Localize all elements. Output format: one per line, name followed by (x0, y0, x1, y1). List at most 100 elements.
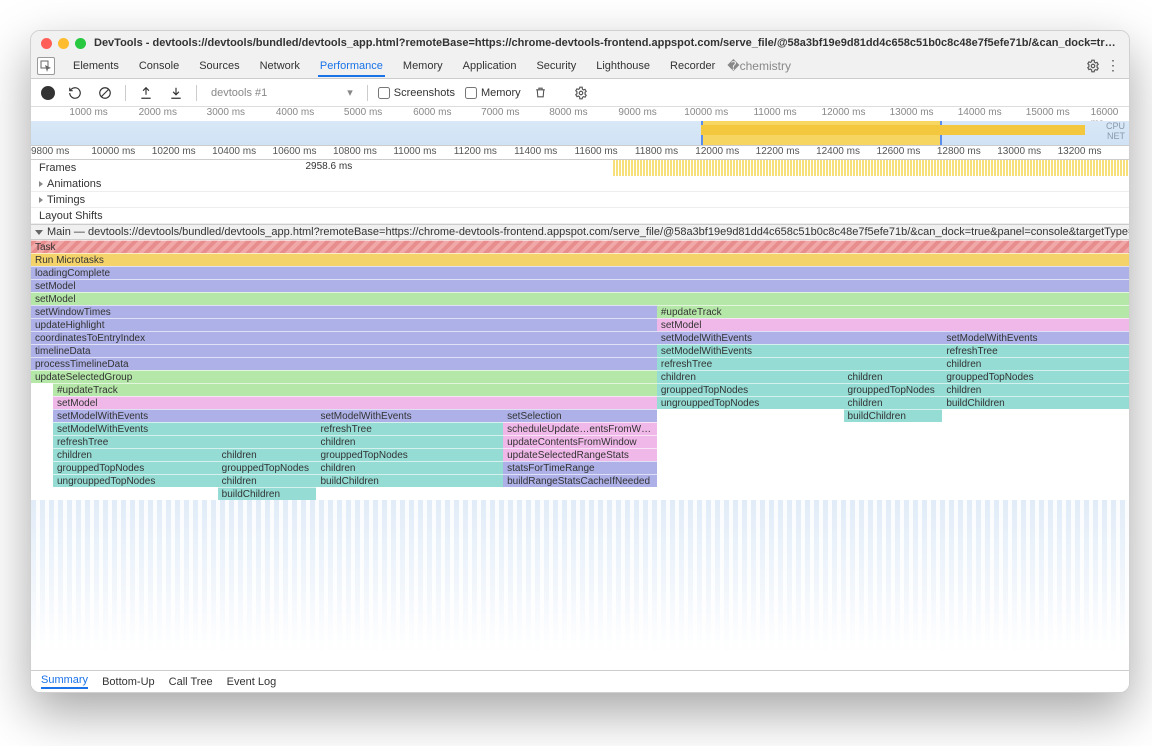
main-thread-header[interactable]: Main — devtools://devtools/bundled/devto… (31, 224, 1129, 240)
flame-setmodelwithevents-r3[interactable]: setModelWithEvents (657, 344, 942, 357)
flame-setmodelwithevents-r1[interactable]: setModelWithEvents (657, 331, 942, 344)
flame-children-r3[interactable]: children (844, 370, 943, 383)
flame-grouppedtop-r[interactable]: grouppedTopNodes (942, 370, 1129, 383)
flame-deep-stacks (31, 500, 1129, 670)
flame-children-2[interactable]: children (53, 448, 218, 461)
tab-recorder[interactable]: Recorder (660, 56, 725, 76)
capture-settings-gear-icon[interactable] (571, 83, 591, 103)
performance-toolbar: devtools #1 ▾ Screenshots Memory (31, 79, 1129, 107)
flame-children-r4[interactable]: children (942, 383, 1129, 396)
tab-network[interactable]: Network (250, 56, 310, 76)
flame-smwe-2[interactable]: setModelWithEvents (316, 409, 503, 422)
flame-set-window-times[interactable]: setWindowTimes (31, 305, 657, 318)
flame-children-5[interactable]: children (218, 474, 317, 487)
details-tab-bottom-up[interactable]: Bottom-Up (102, 676, 155, 688)
tab-lighthouse[interactable]: Lighthouse (586, 56, 660, 76)
flame-update-selected-group[interactable]: updateSelectedGroup (31, 370, 657, 383)
details-tab-call-tree[interactable]: Call Tree (169, 676, 213, 688)
flame-set-model-1[interactable]: setModel (31, 279, 1129, 292)
flame-children-r[interactable]: children (942, 357, 1129, 370)
flame-set-selection[interactable]: setSelection (503, 409, 657, 422)
chevron-down-icon: ▾ (347, 86, 353, 99)
flame-set-model-3[interactable]: setModel (53, 396, 657, 409)
details-tabs: Summary Bottom-Up Call Tree Event Log (31, 670, 1129, 692)
flame-timeline-data[interactable]: timelineData (31, 344, 657, 357)
settings-gear-icon[interactable] (1083, 56, 1103, 76)
memory-checkbox[interactable]: Memory (465, 87, 521, 99)
frames-bars (613, 160, 1129, 176)
flame-children-4[interactable]: children (316, 461, 503, 474)
flame-chart[interactable]: Task Run Microtasks loadingComplete setM… (31, 240, 1129, 670)
overview-body[interactable]: CPU NET (31, 121, 1129, 145)
tab-security[interactable]: Security (526, 56, 586, 76)
close-window-button[interactable] (41, 38, 52, 49)
overview-panel[interactable]: 1000 ms 2000 ms 3000 ms 4000 ms 5000 ms … (31, 107, 1129, 146)
flame-loading-complete[interactable]: loadingComplete (31, 266, 1129, 279)
flame-buildchildren-r2[interactable]: buildChildren (844, 409, 943, 422)
flame-refreshtree-1[interactable]: refreshTree (316, 422, 503, 435)
record-button[interactable] (41, 86, 55, 100)
flame-smwe-3[interactable]: setModelWithEvents (53, 422, 317, 435)
traffic-lights[interactable] (41, 38, 86, 49)
layout-shifts-track-header[interactable]: Layout Shifts (31, 208, 1129, 224)
flame-ungrouppedtop-r[interactable]: ungrouppedTopNodes (657, 396, 844, 409)
reload-record-button[interactable] (65, 83, 85, 103)
profile-selector[interactable]: devtools #1 ▾ (207, 84, 357, 101)
clear-button[interactable] (95, 83, 115, 103)
tab-elements[interactable]: Elements (63, 56, 129, 76)
flame-process-timeline-data[interactable]: processTimelineData (31, 357, 657, 370)
inspect-element-icon[interactable] (37, 57, 55, 75)
flame-buildchildren-1[interactable]: buildChildren (316, 474, 503, 487)
flame-build-range-stats[interactable]: buildRangeStatsCacheIfNeeded (503, 474, 657, 487)
flame-stats-for-time-range[interactable]: statsForTimeRange (503, 461, 657, 474)
flame-refreshtree-2[interactable]: refreshTree (53, 435, 317, 448)
flame-grouppedtop-3[interactable]: grouppedTopNodes (218, 461, 317, 474)
flame-run-microtasks[interactable]: Run Microtasks (31, 253, 1129, 266)
flame-buildchildren-2[interactable]: buildChildren (218, 487, 317, 500)
flame-smwe-1[interactable]: setModelWithEvents (53, 409, 317, 422)
flame-grouppedtop-1[interactable]: grouppedTopNodes (316, 448, 503, 461)
flame-schedule-update[interactable]: scheduleUpdate…entsFromWindow (503, 422, 657, 435)
flame-children-3[interactable]: children (218, 448, 317, 461)
more-menu-icon[interactable]: ⋮ (1103, 56, 1123, 76)
flame-update-contents[interactable]: updateContentsFromWindow (503, 435, 657, 448)
panel-tabs: Elements Console Sources Network Perform… (31, 53, 1129, 79)
flame-setmodelwithevents-r2[interactable]: setModelWithEvents (942, 331, 1129, 344)
flame-update-track-r[interactable]: #updateTrack (657, 305, 1129, 318)
flame-update-selected-range[interactable]: updateSelectedRangeStats (503, 448, 657, 461)
flame-set-model-r[interactable]: setModel (657, 318, 1129, 331)
details-tab-summary[interactable]: Summary (41, 674, 88, 689)
delete-profile-icon[interactable] (531, 83, 551, 103)
details-tab-event-log[interactable]: Event Log (227, 676, 277, 688)
flame-children-r5[interactable]: children (844, 396, 943, 409)
overview-ruler: 1000 ms 2000 ms 3000 ms 4000 ms 5000 ms … (31, 107, 1129, 121)
download-profile-icon[interactable] (166, 83, 186, 103)
timings-track-header[interactable]: Timings (31, 192, 1129, 208)
screenshots-checkbox[interactable]: Screenshots (378, 87, 455, 99)
animations-track-header[interactable]: Animations (31, 176, 1129, 192)
maximize-window-button[interactable] (75, 38, 86, 49)
tab-sources[interactable]: Sources (189, 56, 249, 76)
flame-update-track[interactable]: #updateTrack (53, 383, 657, 396)
flame-refreshtree-r2[interactable]: refreshTree (657, 357, 942, 370)
tab-console[interactable]: Console (129, 56, 189, 76)
flame-task[interactable]: Task (31, 240, 1129, 253)
flame-update-highlight[interactable]: updateHighlight (31, 318, 657, 331)
tab-memory[interactable]: Memory (393, 56, 453, 76)
tab-application[interactable]: Application (453, 56, 527, 76)
flame-grouppedtop-r2[interactable]: grouppedTopNodes (657, 383, 844, 396)
flame-grouppedtop-2[interactable]: grouppedTopNodes (53, 461, 218, 474)
timeline-ruler[interactable]: 9800 ms 10000 ms 10200 ms 10400 ms 10600… (31, 146, 1129, 160)
flame-children-r2[interactable]: children (657, 370, 844, 383)
flame-coord-to-entry[interactable]: coordinatesToEntryIndex (31, 331, 657, 344)
flame-children-1[interactable]: children (316, 435, 503, 448)
flame-buildchildren-r[interactable]: buildChildren (942, 396, 1129, 409)
flame-refreshtree-r[interactable]: refreshTree (942, 344, 1129, 357)
flame-set-model-2[interactable]: setModel (31, 292, 1129, 305)
flame-grouppedtop-r3[interactable]: grouppedTopNodes (844, 383, 943, 396)
minimize-window-button[interactable] (58, 38, 69, 49)
upload-profile-icon[interactable] (136, 83, 156, 103)
frames-track-header[interactable]: Frames (31, 160, 76, 176)
tab-performance[interactable]: Performance (310, 56, 393, 76)
flame-ungrouppedtop-1[interactable]: ungrouppedTopNodes (53, 474, 218, 487)
